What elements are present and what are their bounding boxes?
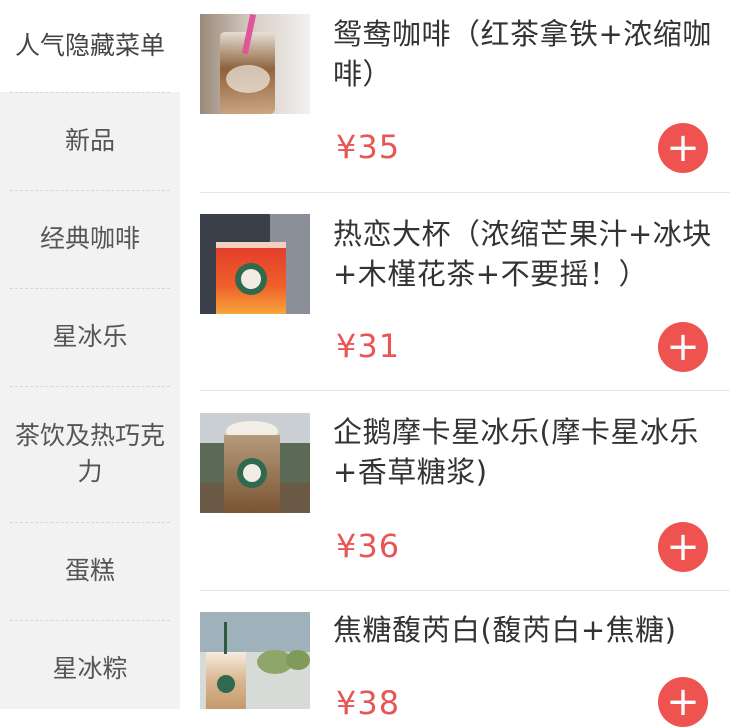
- sidebar-item-label: 星冰粽: [52, 654, 128, 683]
- add-to-cart-button[interactable]: +: [658, 677, 708, 727]
- product-item[interactable]: 鸳鸯咖啡（红茶拿铁+浓缩咖啡） ¥35 +: [200, 0, 730, 192]
- product-price: ¥35: [336, 128, 401, 166]
- sidebar-item-frappuccino[interactable]: 星冰乐: [0, 288, 180, 386]
- sidebar-item-tea-hot-chocolate[interactable]: 茶饮及热巧克力: [0, 386, 180, 522]
- sidebar-item-frappuccino-zongzi[interactable]: 星冰粽: [0, 620, 180, 718]
- product-title: 热恋大杯（浓缩芒果汁+冰块+木槿花茶+不要摇！）: [333, 217, 712, 291]
- product-price: ¥36: [336, 527, 401, 565]
- sidebar-item-label: 蛋糕: [64, 556, 115, 585]
- sidebar-item-new[interactable]: 新品: [0, 92, 180, 190]
- product-price: ¥31: [336, 327, 401, 365]
- product-title: 焦糖馥芮白(馥芮白+焦糖): [333, 613, 677, 647]
- product-title: 鸳鸯咖啡（红茶拿铁+浓缩咖啡）: [333, 17, 712, 91]
- product-image[interactable]: [200, 612, 310, 709]
- sidebar-item-label: 星冰乐: [52, 322, 128, 351]
- product-item[interactable]: 热恋大杯（浓缩芒果汁+冰块+木槿花茶+不要摇！） ¥31 +: [200, 192, 730, 390]
- sidebar-item-label: 茶饮及热巧克力: [14, 421, 165, 486]
- product-title: 企鹅摩卡星冰乐(摩卡星冰乐+香草糖浆): [333, 415, 699, 489]
- sidebar-item-classic-coffee[interactable]: 经典咖啡: [0, 190, 180, 288]
- add-to-cart-button[interactable]: +: [658, 123, 708, 173]
- product-image[interactable]: [200, 14, 310, 114]
- product-item[interactable]: 企鹅摩卡星冰乐(摩卡星冰乐+香草糖浆) ¥36 +: [200, 390, 730, 590]
- add-to-cart-button[interactable]: +: [658, 322, 708, 372]
- sidebar-item-cake[interactable]: 蛋糕: [0, 522, 180, 620]
- product-image[interactable]: [200, 214, 310, 314]
- plus-icon: +: [666, 524, 700, 570]
- sidebar-item-popular-hidden-menu[interactable]: 人气隐藏菜单: [0, 0, 180, 92]
- sidebar-item-label: 经典咖啡: [39, 224, 140, 253]
- category-sidebar: 人气隐藏菜单 新品 经典咖啡 星冰乐 茶饮及热巧克力 蛋糕 星冰粽: [0, 0, 180, 709]
- product-price: ¥38: [336, 684, 401, 722]
- plus-icon: +: [666, 324, 700, 370]
- add-to-cart-button[interactable]: +: [658, 522, 708, 572]
- product-image[interactable]: [200, 413, 310, 513]
- sidebar-item-label: 人气隐藏菜单: [14, 31, 165, 60]
- product-item[interactable]: 焦糖馥芮白(馥芮白+焦糖) ¥38 +: [200, 590, 730, 727]
- plus-icon: +: [666, 679, 700, 725]
- sidebar-item-label: 新品: [64, 126, 115, 155]
- plus-icon: +: [666, 125, 700, 171]
